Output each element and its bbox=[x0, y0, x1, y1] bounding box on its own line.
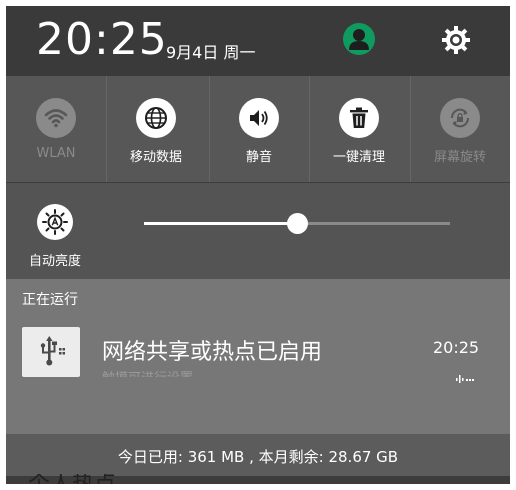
toggle-label: 移动数据 bbox=[129, 150, 182, 165]
brightness-slider-fill bbox=[144, 222, 297, 225]
notification-time: 20:25 bbox=[433, 338, 480, 357]
notification-shade: 20:25 9月4日 周一 WLAN 移动数据 静音 一键清理 屏幕旋转 自动亮… bbox=[6, 6, 510, 484]
rotation-lock-icon bbox=[440, 98, 480, 138]
auto-brightness-icon[interactable] bbox=[37, 204, 73, 240]
settings-gear-icon[interactable] bbox=[439, 23, 473, 57]
data-usage-bar[interactable]: 今日已用: 361 MB , 本月剩余: 28.67 GB bbox=[6, 434, 510, 476]
toggle-label: 屏幕旋转 bbox=[433, 150, 486, 165]
notification-title[interactable]: 网络共享或热点已启用 bbox=[102, 334, 322, 366]
user-avatar-icon[interactable] bbox=[343, 23, 375, 55]
notification-subtitle: 触摸可进行设置 bbox=[102, 369, 193, 377]
toggle-label: 一键清理 bbox=[332, 150, 385, 165]
brightness-panel: 自动亮度 bbox=[6, 183, 510, 279]
toggle-mobile-data[interactable]: 移动数据 bbox=[106, 76, 206, 182]
usb-tethering-icon[interactable] bbox=[22, 327, 80, 377]
toggle-one-key-clean[interactable]: 一键清理 bbox=[309, 76, 409, 182]
speaker-icon bbox=[239, 98, 279, 138]
auto-brightness-label: 自动亮度 bbox=[28, 254, 81, 269]
usb-small-icon bbox=[454, 369, 478, 383]
toggle-label: 静音 bbox=[245, 150, 272, 165]
status-header: 20:25 9月4日 周一 bbox=[6, 6, 510, 76]
running-section: 正在运行 网络共享或热点已启用 20:25 bbox=[6, 279, 510, 434]
clock[interactable]: 20:25 bbox=[36, 15, 168, 65]
globe-icon bbox=[136, 98, 176, 138]
running-section-title: 正在运行 bbox=[22, 292, 78, 308]
brightness-slider-thumb[interactable] bbox=[286, 213, 308, 234]
quick-settings-toggles: WLAN 移动数据 静音 一键清理 屏幕旋转 bbox=[6, 76, 510, 182]
wifi-icon bbox=[36, 98, 76, 138]
toggle-mute[interactable]: 静音 bbox=[209, 76, 309, 182]
data-usage-text: 今日已用: 361 MB , 本月剩余: 28.67 GB bbox=[117, 448, 399, 466]
toggle-wlan[interactable]: WLAN bbox=[6, 76, 106, 182]
toggle-label: WLAN bbox=[36, 146, 76, 161]
date[interactable]: 9月4日 周一 bbox=[166, 39, 255, 63]
trash-icon bbox=[339, 98, 379, 138]
background-peek-text: 个人热点 bbox=[28, 474, 116, 484]
toggle-screen-rotation[interactable]: 屏幕旋转 bbox=[410, 76, 510, 182]
